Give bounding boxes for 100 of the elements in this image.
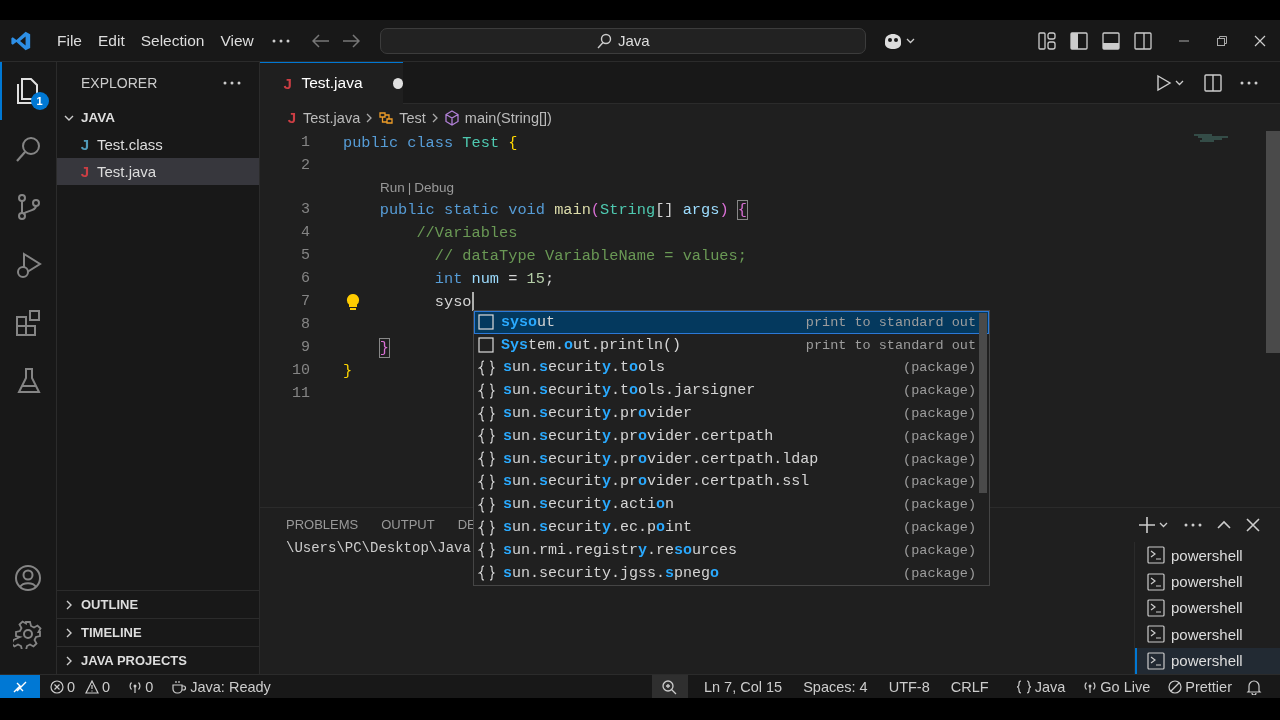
more-icon[interactable] <box>223 81 241 85</box>
section-title: JAVA PROJECTS <box>81 653 187 668</box>
notifications-icon[interactable] <box>1246 678 1262 695</box>
scrollbar[interactable] <box>1266 131 1280 353</box>
braces-icon <box>478 496 496 513</box>
braces-icon[interactable] <box>1015 679 1032 694</box>
line-number: 5 <box>300 247 310 264</box>
more-icon[interactable] <box>271 38 290 43</box>
line-number: 3 <box>300 201 310 218</box>
settings-icon[interactable] <box>13 619 43 649</box>
broadcast-icon[interactable] <box>1083 679 1098 694</box>
terminal-name: powershell <box>1171 546 1243 564</box>
terminal-item[interactable]: powershell <box>1135 542 1280 569</box>
warning-count[interactable]: 0 <box>102 678 111 695</box>
braces-icon <box>478 428 496 445</box>
suggestion-item[interactable]: sun.rmi.registry.resources (package) <box>474 538 989 562</box>
suggestion-item[interactable]: sun.security.tools (package) <box>474 356 989 380</box>
menu-item[interactable]: Selection <box>132 31 213 50</box>
error-count[interactable]: 0 <box>67 678 76 695</box>
suggestion-item[interactable]: sun.security.provider.certpath (package) <box>474 425 989 448</box>
account-icon[interactable] <box>13 563 43 593</box>
terminal-icon <box>1147 625 1165 644</box>
close-icon[interactable] <box>1254 34 1266 47</box>
remote-button[interactable] <box>0 674 40 699</box>
code-line: } <box>343 361 353 380</box>
app-logo-icon[interactable] <box>10 29 32 52</box>
sidebar-section[interactable]: TIMELINE <box>57 618 259 646</box>
breadcrumb-item[interactable]: main(String[]) <box>464 109 552 126</box>
line-number: 11 <box>291 385 310 402</box>
terminal-item[interactable]: powershell <box>1135 621 1280 648</box>
breadcrumb-item[interactable]: Test.java <box>303 109 361 126</box>
close-icon[interactable] <box>1246 518 1260 532</box>
more-icon[interactable] <box>1184 523 1202 527</box>
unsaved-dot-icon[interactable] <box>392 77 403 89</box>
editor-tab[interactable]: J Test.java <box>260 61 403 104</box>
menu-item[interactable]: File <box>49 31 90 50</box>
suggestion-item[interactable]: sysout print to standard out <box>474 311 989 334</box>
suggestion-item[interactable]: System.out.println() print to standard out <box>474 333 989 357</box>
suggestion-item[interactable]: sun.security.jgss.spnego (package) <box>474 561 989 585</box>
run-icon[interactable] <box>1156 73 1186 92</box>
coffee-cup-icon[interactable] <box>171 679 188 694</box>
folder-row[interactable]: JAVA <box>57 104 259 131</box>
indentation-status[interactable]: Spaces: 4 <box>794 678 877 695</box>
code-line: } <box>379 338 389 357</box>
secondary-sidebar-icon[interactable] <box>1134 31 1152 50</box>
terminal-item[interactable]: powershell <box>1135 568 1280 595</box>
menu-item[interactable]: View <box>212 31 262 50</box>
suggestion-item[interactable]: sun.security.ec.point (package) <box>474 516 989 539</box>
lightbulb-icon[interactable] <box>346 292 360 311</box>
tree-item[interactable]: J Test.class <box>57 131 259 158</box>
codelens-link[interactable]: Run <box>380 180 405 195</box>
line-ending-status[interactable]: CRLF <box>941 678 998 695</box>
suggestion-item[interactable]: sun.security.provider.certpath.ldap (package) <box>474 447 989 471</box>
back-arrow-icon[interactable] <box>311 33 330 48</box>
terminal-icon <box>1147 598 1165 617</box>
tree-item[interactable]: J Test.java <box>57 158 259 185</box>
error-icon[interactable] <box>50 679 64 694</box>
zoom-icon[interactable] <box>651 674 688 699</box>
breadcrumb-item[interactable]: Test <box>399 109 426 126</box>
notification-badge: 1 <box>30 92 49 110</box>
suggestion-item[interactable]: sun.security.provider.certpath.ssl (package) <box>474 470 989 494</box>
section-title: OUTLINE <box>81 597 139 612</box>
folder-name: JAVA <box>81 110 115 125</box>
suggestion-detail: (package) <box>903 406 976 422</box>
command-search-field[interactable]: Java <box>379 27 866 54</box>
code-line: //Variables <box>416 223 518 242</box>
menu-item[interactable]: Edit <box>90 31 133 50</box>
prohibited-icon[interactable] <box>1168 679 1183 694</box>
encoding-status[interactable]: UTF-8 <box>879 678 939 695</box>
antenna-icon[interactable] <box>128 679 143 694</box>
prettier-status[interactable]: Prettier <box>1185 678 1232 695</box>
terminal-item[interactable]: powershell <box>1135 647 1280 674</box>
panel-tab[interactable]: PROBLEMS <box>286 516 359 532</box>
suggestion-item[interactable]: sun.security.tools.jarsigner (package) <box>474 379 989 403</box>
code-line: int num = 15; <box>434 269 555 288</box>
forward-arrow-icon[interactable] <box>341 33 360 48</box>
panel-toggle-icon[interactable] <box>1102 31 1120 50</box>
suggestion-item[interactable]: sun.security.provider (package) <box>474 402 989 425</box>
sidebar-toggle-icon[interactable] <box>1070 31 1088 50</box>
restore-icon[interactable] <box>1216 34 1228 47</box>
ports-count[interactable]: 0 <box>145 678 154 695</box>
suggestion-label: sun.security.action <box>503 496 675 514</box>
split-editor-icon[interactable] <box>1204 73 1222 92</box>
cursor-position[interactable]: Ln 7, Col 15 <box>694 678 792 695</box>
warning-icon[interactable] <box>85 679 100 694</box>
more-icon[interactable] <box>1240 80 1258 85</box>
suggestion-item[interactable]: sun.security.action (package) <box>474 493 989 517</box>
new-terminal-icon[interactable] <box>1138 516 1170 534</box>
layout-icon[interactable] <box>1038 31 1056 50</box>
terminal-item[interactable]: powershell <box>1135 594 1280 622</box>
panel-tab[interactable]: OUTPUT <box>381 516 435 532</box>
braces-icon <box>478 519 496 536</box>
sidebar-section[interactable]: OUTLINE <box>57 590 259 618</box>
java-status[interactable]: Java: Ready <box>190 678 271 695</box>
language-status[interactable]: Java <box>1034 678 1066 695</box>
tab-label: Test.java <box>301 74 363 92</box>
go-live-button[interactable]: Go Live <box>1100 678 1151 695</box>
chevron-up-icon[interactable] <box>1216 520 1232 530</box>
codelens-link[interactable]: Debug <box>414 180 455 195</box>
scrollbar[interactable] <box>979 313 987 493</box>
